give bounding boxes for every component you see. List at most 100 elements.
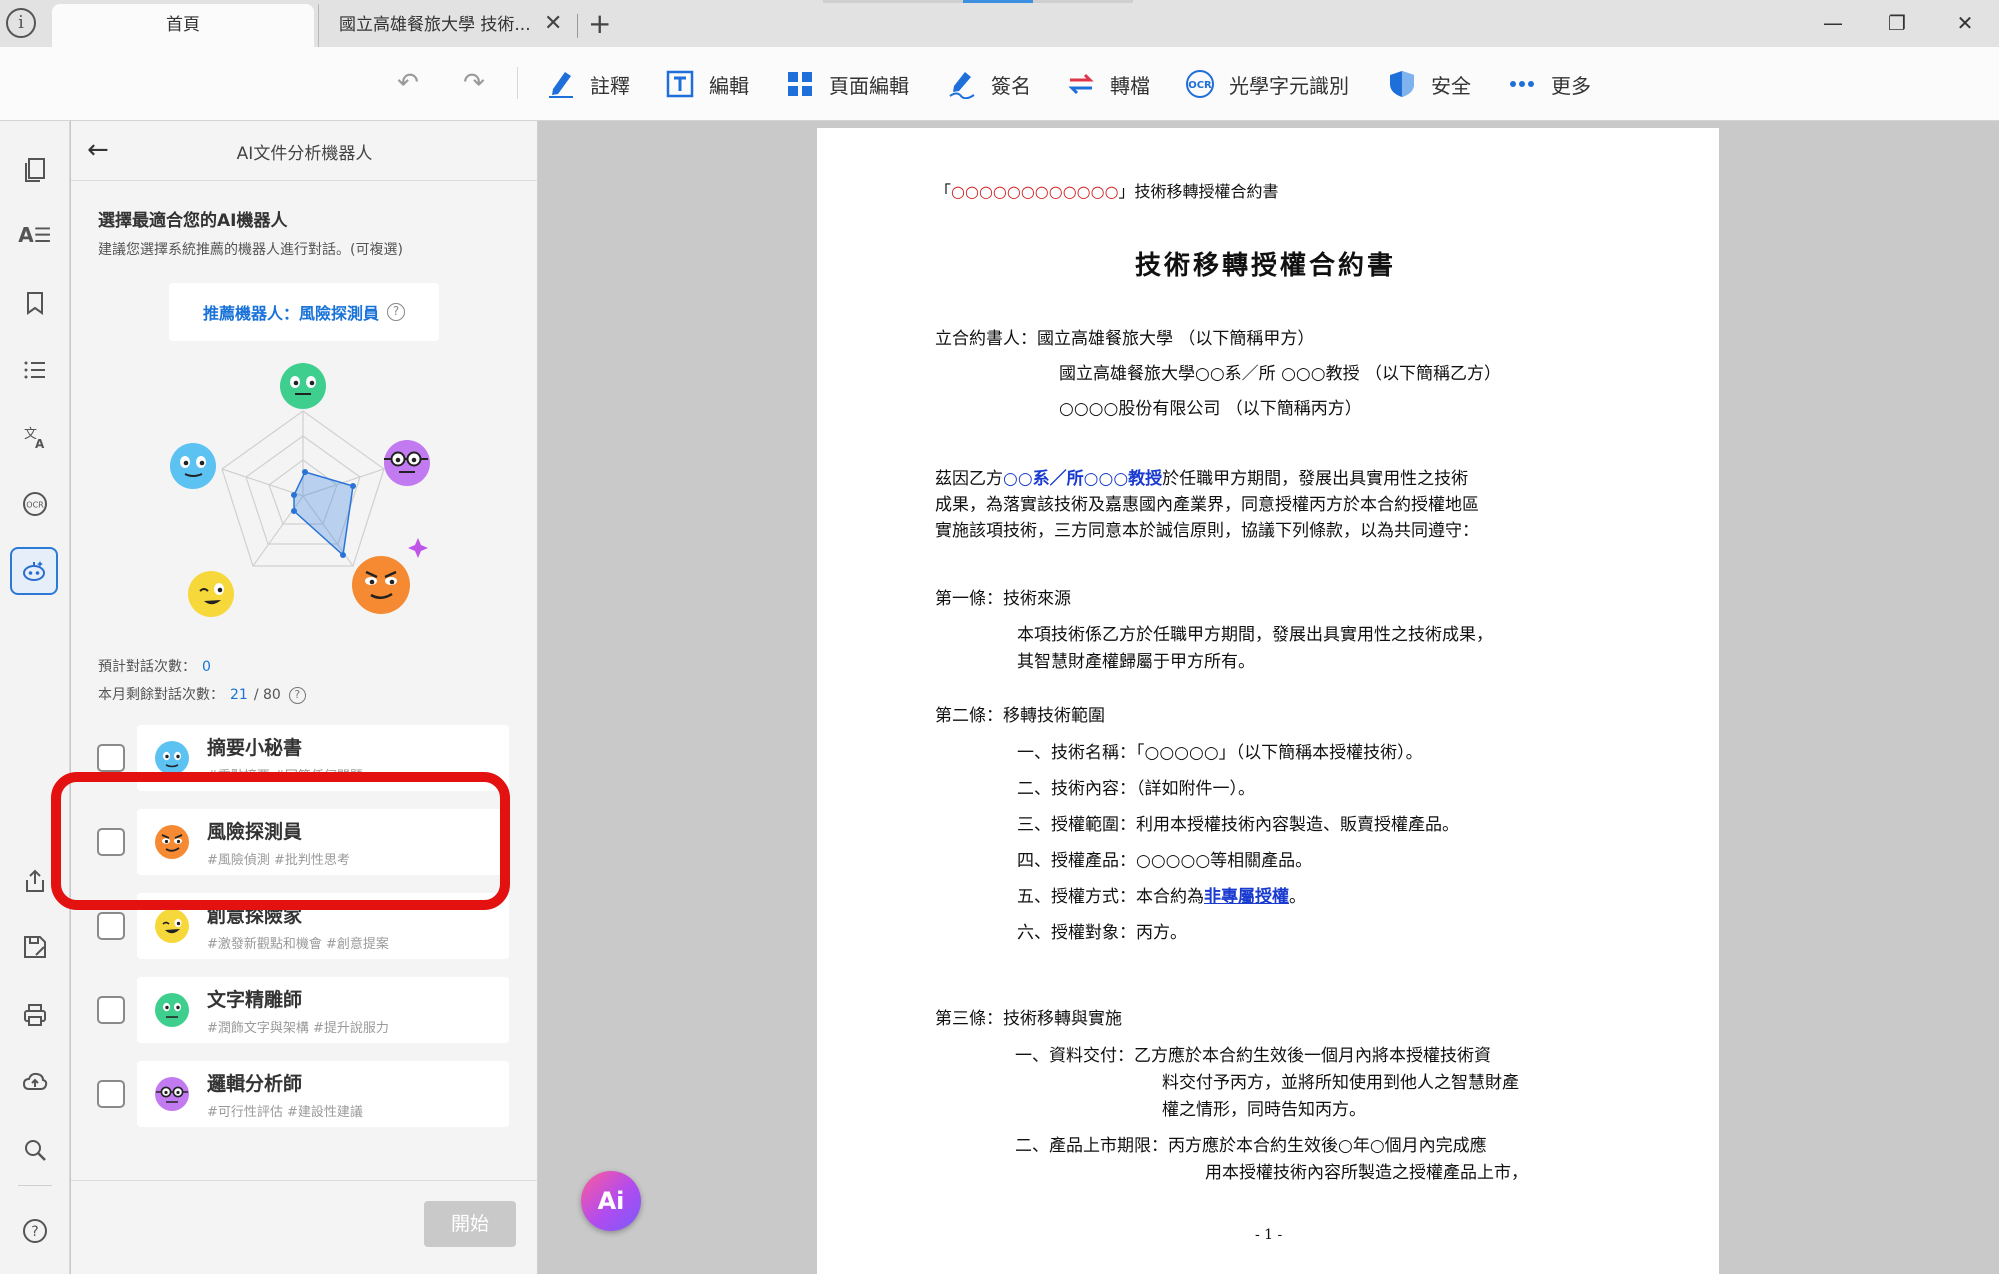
doc-paragraph-line: 實施該項技術，三方同意本於誠信原則，協議下列條款，以為共同遵守： xyxy=(935,521,1479,541)
doc-article-line: 三、授權範圍：利用本授權技術內容製造、販賣授權產品。 xyxy=(1017,815,1459,835)
sign-button[interactable]: 簽名 xyxy=(947,67,1031,101)
doc-article-line: 二、產品上市期限：丙方應於本合約生效後○年○個月內完成應 xyxy=(1015,1136,1487,1156)
doc-text: 五、授權方式：本合約為 xyxy=(1017,887,1204,907)
doc-party-line: ○○○○股份有限公司 （以下簡稱丙方） xyxy=(1059,399,1362,419)
tab-home-label: 首頁 xyxy=(166,15,200,35)
translate-icon[interactable]: 文A xyxy=(17,419,53,455)
new-tab-icon[interactable]: + xyxy=(588,9,611,39)
doc-header: 「○○○○○○○○○○○○」技術移轉授權合約書 xyxy=(935,181,1279,203)
tab-divider xyxy=(577,14,578,38)
doc-article-title: 第三條：技術移轉與實施 xyxy=(935,1009,1122,1029)
bot-name: 文字精雕師 xyxy=(207,989,303,1011)
ai-assistant-button[interactable]: Ai xyxy=(581,1171,641,1231)
signature-icon xyxy=(949,72,975,99)
close-tab-icon[interactable]: ✕ xyxy=(544,12,562,36)
ocr-side-icon[interactable]: OCR xyxy=(17,486,53,522)
start-button[interactable]: 開始 xyxy=(424,1201,516,1247)
ocr-button[interactable]: OCR 光學字元識別 xyxy=(1185,67,1349,101)
svg-text:?: ? xyxy=(31,1224,38,1240)
bot-card[interactable]: 邏輯分析師 #可行性評估 #建設性建議 xyxy=(137,1061,509,1127)
doc-header-suffix: 」技術移轉授權合約書 xyxy=(1118,182,1279,201)
doc-highlight-text: ○○系／所○○○教授 xyxy=(1003,469,1163,489)
doc-article-line: 五、授權方式：本合約為非專屬授權。 xyxy=(1017,886,1306,908)
convert-button[interactable]: 轉檔 xyxy=(1066,67,1150,101)
doc-article-line: 料交付予丙方，並將所知使用到他人之智慧財產 xyxy=(1162,1073,1519,1093)
tab-home[interactable]: 首頁 xyxy=(52,4,314,47)
bot-item-logic[interactable]: 邏輯分析師 #可行性評估 #建設性建議 xyxy=(71,1061,538,1127)
radar-chart xyxy=(170,363,430,617)
more-button[interactable]: 更多 xyxy=(1507,67,1591,101)
doc-link[interactable]: 非專屬授權 xyxy=(1204,887,1289,907)
doc-header-placeholder: ○○○○○○○○○○○○ xyxy=(951,182,1119,201)
save-as-icon[interactable] xyxy=(17,929,53,965)
security-label: 安全 xyxy=(1431,73,1471,98)
doc-paragraph-line: 成果，為落實該技術及嘉惠國內產業界，同意授權丙方於本合約授權地區 xyxy=(935,495,1479,515)
rail-divider xyxy=(18,1185,52,1186)
sign-label: 簽名 xyxy=(991,73,1031,98)
ai-panel: ← AI文件分析機器人 選擇最適合您的AI機器人 建議您選擇系統推薦的機器人進行… xyxy=(71,121,538,1274)
minimize-icon[interactable]: — xyxy=(1808,6,1858,40)
toolbar-divider xyxy=(517,67,518,99)
edit-button[interactable]: 編輯 xyxy=(665,67,749,101)
window-close-icon[interactable]: ✕ xyxy=(1940,6,1990,40)
convert-icon xyxy=(1068,73,1094,95)
doc-text: 。 xyxy=(1289,887,1306,907)
annotate-label: 註釋 xyxy=(590,73,630,98)
bot-checkbox[interactable] xyxy=(97,996,125,1024)
creative-face-icon xyxy=(155,909,189,943)
search-icon[interactable] xyxy=(17,1132,53,1168)
doc-article-line: 一、資料交付：乙方應於本合約生效後一個月內將本授權技術資 xyxy=(1015,1046,1491,1066)
more-label: 更多 xyxy=(1551,73,1591,98)
doc-party-line: 立合約書人：國立高雄餐旅大學 （以下簡稱甲方） xyxy=(935,329,1315,349)
doc-article-line: 權之情形，同時告知丙方。 xyxy=(1162,1100,1366,1120)
bot-item-wordsmith[interactable]: 文字精雕師 #潤飾文字與架構 #提升說服力 xyxy=(71,977,538,1043)
page-edit-button[interactable]: 頁面編輯 xyxy=(785,67,909,101)
document-page[interactable]: 「○○○○○○○○○○○○」技術移轉授權合約書 技術移轉授權合約書 立合約書人：… xyxy=(817,128,1719,1274)
bot-checkbox[interactable] xyxy=(97,1080,125,1108)
security-button[interactable]: 安全 xyxy=(1387,67,1471,101)
edit-label: 編輯 xyxy=(709,73,749,98)
redo-icon[interactable]: ↷ xyxy=(456,65,492,101)
doc-article-line: 用本授權技術內容所製造之授權產品上市， xyxy=(1205,1163,1528,1183)
share-icon[interactable] xyxy=(17,863,53,899)
panel-title: AI文件分析機器人 xyxy=(236,144,373,164)
estimated-count-label: 預計對話次數： xyxy=(98,659,196,675)
outline-icon[interactable] xyxy=(17,352,53,388)
doc-article-line: 四、授權產品：○○○○○等相關產品。 xyxy=(1017,851,1313,871)
ai-robot-icon[interactable] xyxy=(10,547,58,595)
bot-name: 摘要小秘書 xyxy=(207,737,303,759)
highlight-annotation xyxy=(51,772,510,910)
recommended-bot-box[interactable]: 推薦機器人：風險探測員 ? xyxy=(169,283,439,341)
bot-checkbox[interactable] xyxy=(97,744,125,772)
doc-header-prefix: 「 xyxy=(935,182,952,201)
print-icon[interactable] xyxy=(17,997,53,1033)
wordsmith-face-icon xyxy=(155,993,189,1027)
bot-checkbox[interactable] xyxy=(97,912,125,940)
help-icon[interactable]: ? xyxy=(17,1213,53,1249)
loading-track xyxy=(823,0,963,3)
doc-article-line: 二、技術內容：（詳如附件一）。 xyxy=(1017,779,1255,799)
annotate-button[interactable]: 註釋 xyxy=(546,67,630,101)
restore-icon[interactable]: ❐ xyxy=(1872,6,1922,40)
cloud-upload-icon[interactable] xyxy=(17,1064,53,1100)
shield-icon xyxy=(1390,71,1414,97)
info-icon[interactable]: i xyxy=(6,8,36,38)
doc-article-title: 第一條：技術來源 xyxy=(935,589,1071,609)
doc-text: 於任職甲方期間，發展出具實用性之技術 xyxy=(1162,469,1469,489)
text-list-icon[interactable]: A☰ xyxy=(17,217,53,253)
tab-document[interactable]: 國立高雄餐旅大學 技術... xyxy=(318,4,578,47)
bot-card[interactable]: 文字精雕師 #潤飾文字與架構 #提升說服力 xyxy=(137,977,509,1043)
question-icon[interactable]: ? xyxy=(288,686,306,704)
left-rail: A☰ 文A OCR ? xyxy=(0,121,70,1274)
undo-icon[interactable]: ↶ xyxy=(390,65,426,101)
grid-icon xyxy=(788,72,812,96)
remaining-count: 本月剩餘對話次數： 21 / 80? xyxy=(98,684,306,704)
estimated-count: 預計對話次數： 0 xyxy=(98,656,211,676)
doc-article-title: 第二條：移轉技術範圍 xyxy=(935,706,1105,726)
question-icon[interactable]: ? xyxy=(387,303,405,321)
bookmark-icon[interactable] xyxy=(17,285,53,321)
panel-header: ← AI文件分析機器人 xyxy=(71,121,538,181)
main-toolbar: ↶ ↷ 註釋 編輯 頁面編輯 簽名 轉檔 OCR 光學字元識別 安全 更多 xyxy=(0,47,1999,121)
choose-subtitle: 建議您選擇系統推薦的機器人進行對話。(可複選) xyxy=(98,242,403,258)
pages-icon[interactable] xyxy=(17,151,53,187)
